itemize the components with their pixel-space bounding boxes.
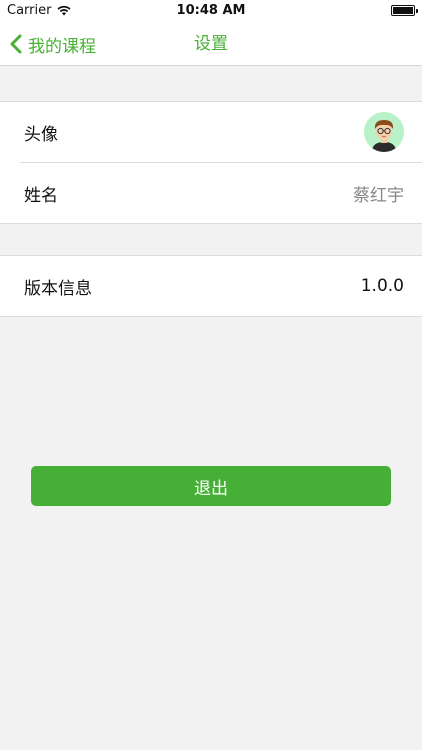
- user-avatar-icon: [364, 112, 404, 152]
- logout-button[interactable]: 退出: [31, 466, 391, 506]
- name-label: 姓名: [24, 185, 58, 206]
- version-value: 1.0.0: [360, 276, 404, 296]
- navigation-bar: 我的课程 设置: [0, 22, 422, 66]
- about-section: 版本信息 1.0.0: [0, 255, 422, 317]
- battery-icon: [391, 5, 418, 16]
- back-button-label: 我的课程: [28, 36, 96, 57]
- battery-nub: [416, 9, 418, 13]
- version-row[interactable]: 版本信息 1.0.0: [0, 256, 422, 316]
- chevron-left-icon: [10, 34, 22, 54]
- avatar[interactable]: [364, 112, 404, 152]
- avatar-row[interactable]: 头像: [0, 102, 422, 162]
- version-label: 版本信息: [24, 278, 92, 299]
- status-bar: Carrier 10:48 AM: [0, 0, 422, 22]
- battery-fill: [393, 7, 413, 14]
- name-row[interactable]: 姓名 蔡红宇: [0, 163, 422, 223]
- back-button[interactable]: 我的课程: [10, 22, 96, 66]
- profile-section: 头像 姓名 蔡红宇: [0, 101, 422, 224]
- avatar-label: 头像: [24, 124, 58, 145]
- status-time: 10:48 AM: [176, 3, 246, 18]
- name-value: 蔡红宇: [353, 185, 404, 206]
